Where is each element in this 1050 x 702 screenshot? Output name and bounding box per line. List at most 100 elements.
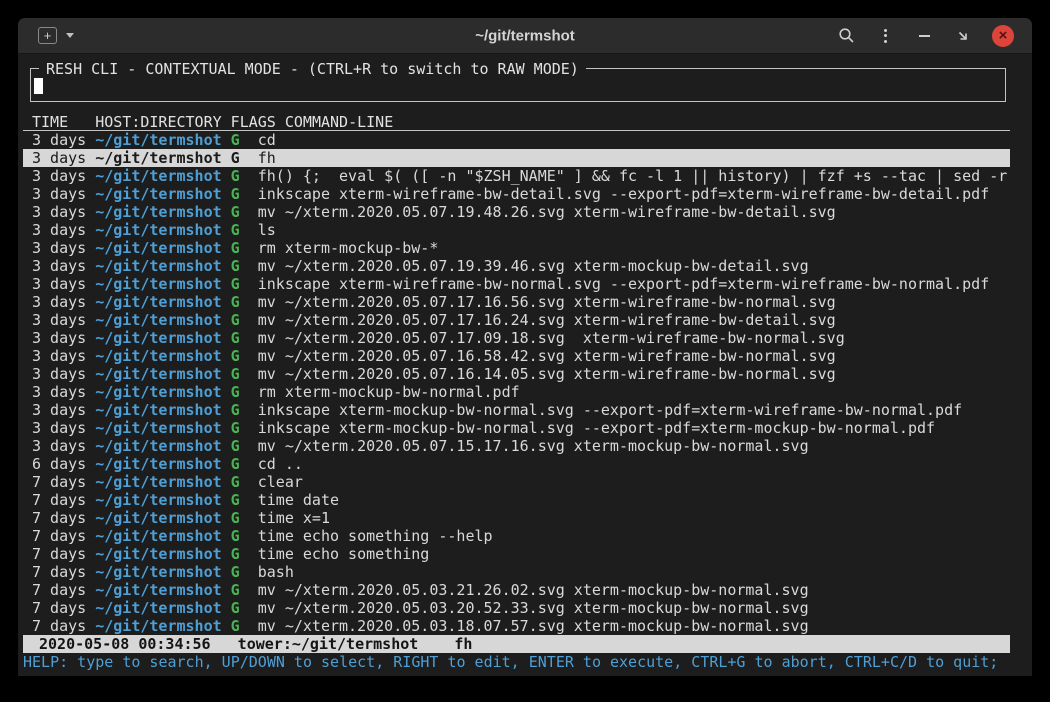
row-host: ~/git/termshot xyxy=(95,293,230,311)
history-row[interactable]: 7 days ~/git/termshot G time echo someth… xyxy=(23,527,1010,545)
terminal-window: + ~/git/termshot xyxy=(18,18,1032,676)
row-host: ~/git/termshot xyxy=(95,455,230,473)
row-host: ~/git/termshot xyxy=(95,491,230,509)
minimize-button[interactable] xyxy=(914,26,934,46)
row-flags: G xyxy=(231,455,258,473)
row-command: inkscape xterm-wireframe-bw-normal.svg -… xyxy=(258,275,1010,293)
row-time: 3 days xyxy=(32,329,95,347)
history-row[interactable]: 3 days ~/git/termshot G mv ~/xterm.2020.… xyxy=(23,293,1010,311)
new-tab-button[interactable]: + xyxy=(38,27,57,44)
history-row[interactable]: 7 days ~/git/termshot G time x=1 xyxy=(23,509,1010,527)
row-flags: G xyxy=(231,617,258,635)
history-row[interactable]: 3 days ~/git/termshot G inkscape xterm-w… xyxy=(23,185,1010,203)
row-flags: G xyxy=(231,311,258,329)
row-time: 3 days xyxy=(32,167,95,185)
row-command: ls xyxy=(258,221,1010,239)
search-input-box[interactable]: RESH CLI - CONTEXTUAL MODE - (CTRL+R to … xyxy=(30,68,1006,102)
titlebar[interactable]: + ~/git/termshot xyxy=(18,18,1032,54)
history-row[interactable]: 3 days ~/git/termshot G mv ~/xterm.2020.… xyxy=(23,329,1010,347)
row-host: ~/git/termshot xyxy=(95,131,230,149)
row-host: ~/git/termshot xyxy=(95,401,230,419)
history-row[interactable]: 3 days ~/git/termshot G rm xterm-mockup-… xyxy=(23,239,1010,257)
row-flags: G xyxy=(231,275,258,293)
row-time: 3 days xyxy=(32,149,95,167)
row-host: ~/git/termshot xyxy=(95,473,230,491)
history-row[interactable]: 7 days ~/git/termshot G time echo someth… xyxy=(23,545,1010,563)
chevron-down-icon[interactable] xyxy=(66,33,74,38)
row-time: 3 days xyxy=(32,203,95,221)
row-command: mv ~/xterm.2020.05.03.20.52.33.svg xterm… xyxy=(258,599,1010,617)
history-row[interactable]: 7 days ~/git/termshot G time date xyxy=(23,491,1010,509)
row-time: 6 days xyxy=(32,455,95,473)
row-flags: G xyxy=(231,167,258,185)
history-row[interactable]: 3 days ~/git/termshot G inkscape xterm-m… xyxy=(23,419,1010,437)
history-row[interactable]: 7 days ~/git/termshot G mv ~/xterm.2020.… xyxy=(23,581,1010,599)
row-time: 3 days xyxy=(32,221,95,239)
history-row[interactable]: 3 days ~/git/termshot G inkscape xterm-m… xyxy=(23,401,1010,419)
row-time: 7 days xyxy=(32,545,95,563)
row-flags: G xyxy=(231,149,258,167)
row-flags: G xyxy=(231,401,258,419)
search-button[interactable] xyxy=(836,26,856,46)
row-time: 3 days xyxy=(32,293,95,311)
status-location: tower:~/git/termshot xyxy=(238,635,419,653)
close-button[interactable]: × xyxy=(992,25,1014,47)
row-command: clear xyxy=(258,473,1010,491)
row-host: ~/git/termshot xyxy=(95,509,230,527)
restore-button[interactable] xyxy=(953,26,973,46)
row-flags: G xyxy=(231,221,258,239)
history-row[interactable]: 3 days ~/git/termshot G fh xyxy=(23,149,1010,167)
history-row[interactable]: 3 days ~/git/termshot G inkscape xterm-w… xyxy=(23,275,1010,293)
row-host: ~/git/termshot xyxy=(95,581,230,599)
history-row[interactable]: 7 days ~/git/termshot G bash xyxy=(23,563,1010,581)
row-command: mv ~/xterm.2020.05.03.21.26.02.svg xterm… xyxy=(258,581,1010,599)
row-flags: G xyxy=(231,383,258,401)
row-command: mv ~/xterm.2020.05.07.17.16.56.svg xterm… xyxy=(258,293,1010,311)
row-command: mv ~/xterm.2020.05.07.19.48.26.svg xterm… xyxy=(258,203,1010,221)
resh-mode-title: RESH CLI - CONTEXTUAL MODE - (CTRL+R to … xyxy=(39,60,586,78)
row-command: rm xterm-mockup-bw-* xyxy=(258,239,1010,257)
desktop-background: + ~/git/termshot xyxy=(0,0,1050,702)
row-command: mv ~/xterm.2020.05.07.15.17.16.svg xterm… xyxy=(258,437,1010,455)
history-row[interactable]: 3 days ~/git/termshot G mv ~/xterm.2020.… xyxy=(23,203,1010,221)
row-host: ~/git/termshot xyxy=(95,599,230,617)
row-host: ~/git/termshot xyxy=(95,347,230,365)
history-row[interactable]: 3 days ~/git/termshot G fh() {; eval $( … xyxy=(23,167,1010,185)
row-flags: G xyxy=(231,365,258,383)
row-time: 3 days xyxy=(32,347,95,365)
close-icon: × xyxy=(999,28,1008,43)
row-command: time date xyxy=(258,491,1010,509)
row-host: ~/git/termshot xyxy=(95,563,230,581)
row-host: ~/git/termshot xyxy=(95,149,230,167)
history-row[interactable]: 3 days ~/git/termshot G mv ~/xterm.2020.… xyxy=(23,311,1010,329)
history-row[interactable]: 3 days ~/git/termshot G ls xyxy=(23,221,1010,239)
row-flags: G xyxy=(231,131,258,149)
row-time: 7 days xyxy=(32,509,95,527)
row-host: ~/git/termshot xyxy=(95,365,230,383)
row-time: 3 days xyxy=(32,275,95,293)
row-time: 7 days xyxy=(32,617,95,635)
row-time: 3 days xyxy=(32,419,95,437)
row-command: inkscape xterm-wireframe-bw-detail.svg -… xyxy=(258,185,1010,203)
history-row[interactable]: 7 days ~/git/termshot G mv ~/xterm.2020.… xyxy=(23,599,1010,617)
row-flags: G xyxy=(231,347,258,365)
row-flags: G xyxy=(231,599,258,617)
row-flags: G xyxy=(231,419,258,437)
menu-button[interactable] xyxy=(875,26,895,46)
history-row[interactable]: 3 days ~/git/termshot G cd xyxy=(23,131,1010,149)
history-row[interactable]: 7 days ~/git/termshot G mv ~/xterm.2020.… xyxy=(23,617,1010,635)
row-command: fh() {; eval $( ([ -n "$ZSH_NAME" ] && f… xyxy=(258,167,1010,185)
history-row[interactable]: 3 days ~/git/termshot G rm xterm-mockup-… xyxy=(23,383,1010,401)
history-row[interactable]: 3 days ~/git/termshot G mv ~/xterm.2020.… xyxy=(23,257,1010,275)
search-icon xyxy=(838,27,855,44)
history-row[interactable]: 3 days ~/git/termshot G mv ~/xterm.2020.… xyxy=(23,437,1010,455)
row-time: 3 days xyxy=(32,239,95,257)
row-command: mv ~/xterm.2020.05.07.17.16.24.svg xterm… xyxy=(258,311,1010,329)
history-row[interactable]: 3 days ~/git/termshot G mv ~/xterm.2020.… xyxy=(23,347,1010,365)
row-command: time echo something xyxy=(258,545,1010,563)
history-row[interactable]: 7 days ~/git/termshot G clear xyxy=(23,473,1010,491)
status-datetime: 2020-05-08 00:34:56 xyxy=(39,635,211,653)
history-row[interactable]: 3 days ~/git/termshot G mv ~/xterm.2020.… xyxy=(23,365,1010,383)
history-row[interactable]: 6 days ~/git/termshot G cd .. xyxy=(23,455,1010,473)
row-flags: G xyxy=(231,203,258,221)
